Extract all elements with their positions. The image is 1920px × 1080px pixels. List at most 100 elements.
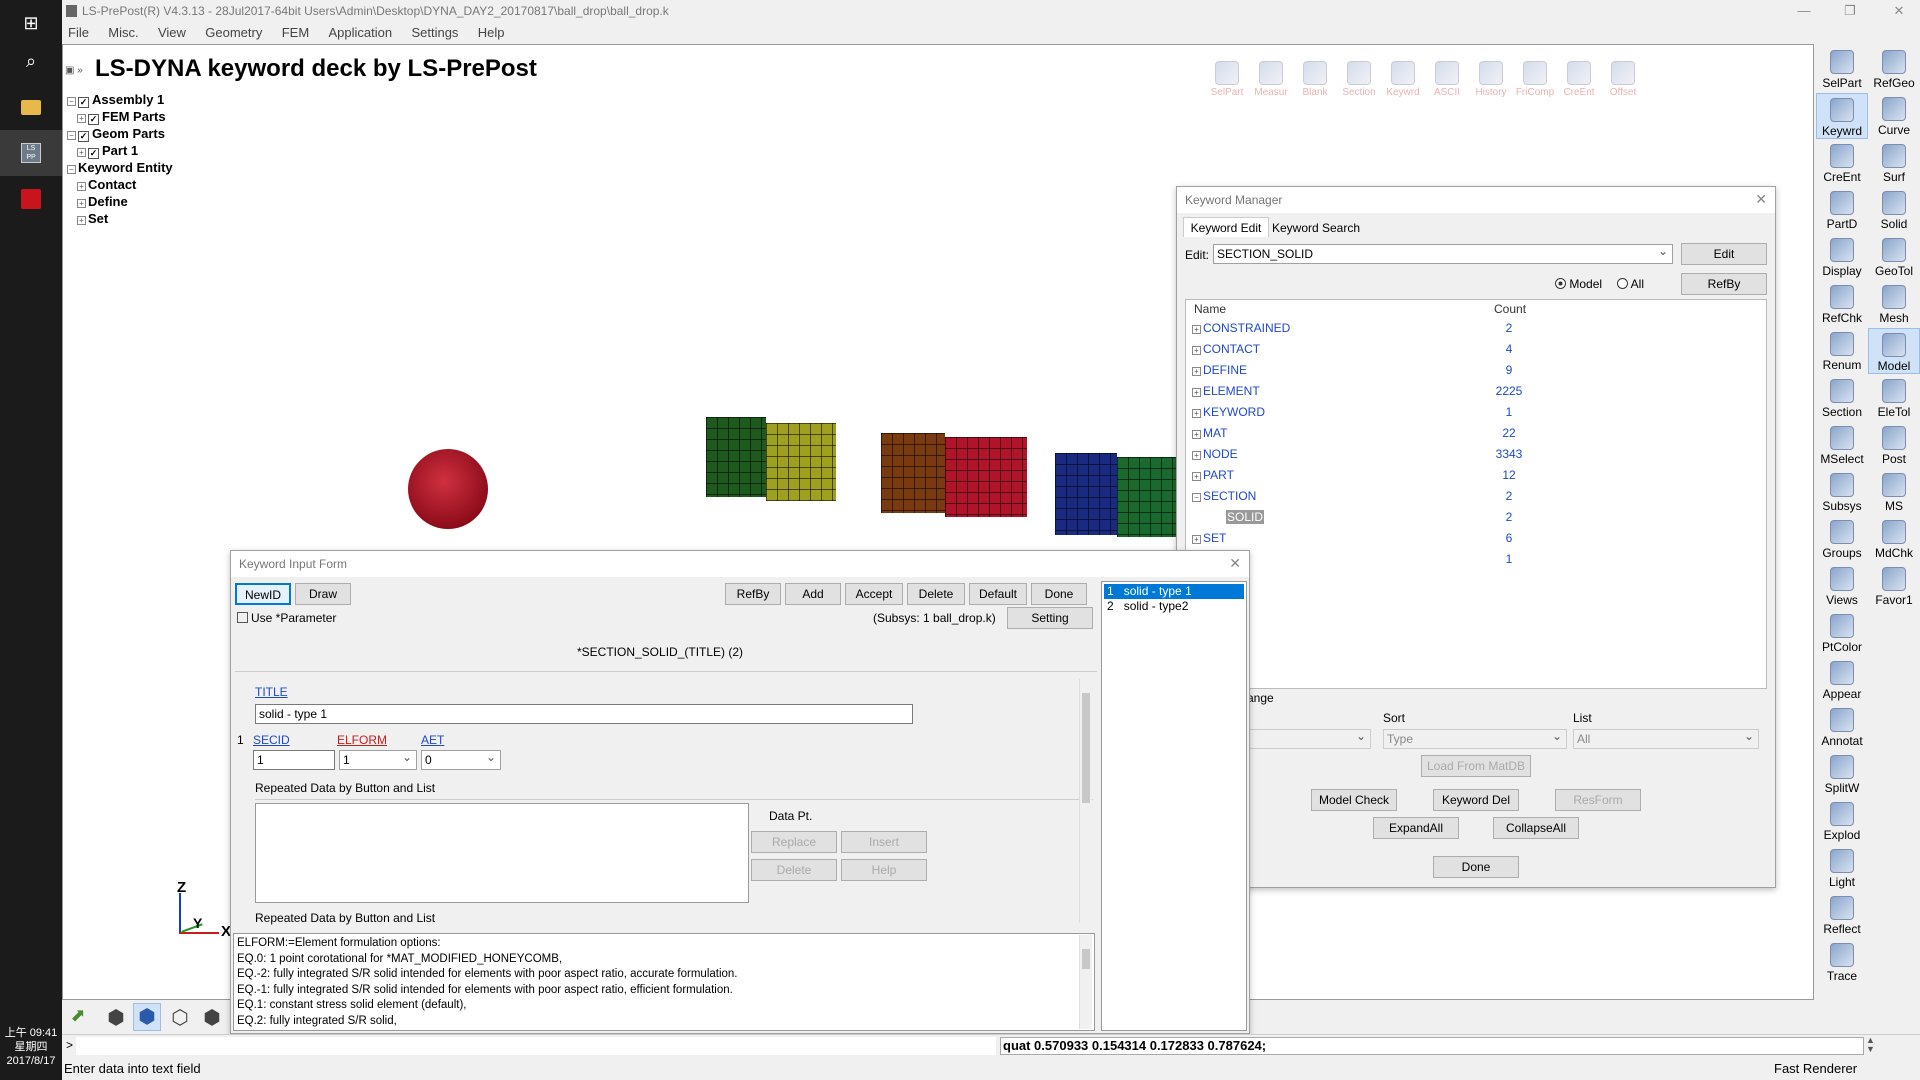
expand-icon[interactable]: +	[1192, 325, 1201, 334]
panel-post-button[interactable]: Post	[1868, 422, 1920, 468]
keyword-row[interactable]: + CONSTRAINED 2	[1192, 320, 1662, 337]
command-input[interactable]	[76, 1037, 996, 1055]
search-icon[interactable]: ⌕	[0, 38, 62, 84]
keyword-row[interactable]: SOLID 2	[1192, 509, 1662, 526]
maximize-button[interactable]: ❐	[1835, 0, 1865, 22]
panel-ms-button[interactable]: MS	[1868, 469, 1920, 515]
load-from-matdb-button[interactable]: Load From MatDB	[1421, 755, 1531, 777]
menu-application[interactable]: Application	[329, 25, 393, 40]
tree-item-set[interactable]: + Set	[67, 210, 173, 227]
panel-display-button[interactable]: Display	[1816, 234, 1868, 280]
elform-label[interactable]: ELFORM	[337, 733, 387, 747]
insert-button[interactable]: Insert	[841, 831, 927, 853]
tool-offset[interactable]: Offset	[1601, 61, 1645, 98]
keyword-row[interactable]: + KEYWORD 1	[1192, 404, 1662, 421]
keyword-del-button[interactable]: Keyword Del	[1433, 789, 1519, 811]
expand-icon[interactable]: +	[1192, 388, 1201, 397]
panel-ptcolor-button[interactable]: PtColor	[1816, 610, 1868, 656]
tool-measure[interactable]: Measur	[1249, 61, 1293, 98]
keyword-row[interactable]: + SET 6	[1192, 530, 1662, 547]
newid-button[interactable]: NewID	[235, 583, 291, 605]
sort-select[interactable]: Type	[1383, 727, 1567, 749]
lsprepost-taskbar-icon[interactable]: LS PP	[0, 130, 62, 176]
collapse-all-button[interactable]: CollapseAll	[1493, 817, 1579, 839]
tool-history[interactable]: History	[1469, 61, 1513, 98]
section-id-list[interactable]: 1 solid - type 1 2 solid - type2	[1101, 581, 1247, 1031]
expand-icon[interactable]: −	[1192, 493, 1201, 502]
expand-icon[interactable]: +	[1192, 535, 1201, 544]
tool-section[interactable]: Section	[1337, 61, 1381, 98]
keyword-row[interactable]: + MAT 22	[1192, 425, 1662, 442]
resform-button[interactable]: ResForm	[1555, 789, 1641, 811]
panel-splitw-button[interactable]: SplitW	[1816, 751, 1868, 797]
tree-item-fem-parts[interactable]: + ✓ FEM Parts	[67, 108, 173, 125]
kif-refby-button[interactable]: RefBy	[725, 583, 781, 605]
list-select[interactable]: All	[1573, 727, 1759, 749]
accept-button[interactable]: Accept	[845, 583, 903, 605]
panel-selpart-button[interactable]: SelPart	[1816, 46, 1868, 92]
file-explorer-icon[interactable]	[0, 84, 62, 130]
expand-icon[interactable]: +	[1192, 346, 1201, 355]
keyword-row[interactable]: 1	[1192, 551, 1662, 568]
view-wire-icon[interactable]: ⬡	[167, 1005, 193, 1031]
expand-icon[interactable]: +	[1192, 367, 1201, 376]
panel-subsys-button[interactable]: Subsys	[1816, 469, 1868, 515]
title-field-label[interactable]: TITLE	[255, 685, 288, 699]
acrobat-icon[interactable]	[0, 176, 62, 222]
model-check-button[interactable]: Model Check	[1311, 789, 1397, 811]
use-parameter-checkbox[interactable]: Use *Parameter	[237, 611, 336, 625]
range-select[interactable]	[1247, 727, 1371, 749]
tree-expand-icon[interactable]: ▣ »	[65, 65, 83, 76]
secid-input[interactable]: 1	[253, 750, 335, 770]
kif-delete-button[interactable]: Delete	[907, 583, 965, 605]
aet-label[interactable]: AET	[421, 733, 444, 747]
default-button[interactable]: Default	[969, 583, 1027, 605]
view-reset-icon[interactable]: ⬈	[65, 1005, 91, 1031]
panel-solid-button[interactable]: Solid	[1868, 187, 1920, 233]
expand-all-button[interactable]: ExpandAll	[1373, 817, 1459, 839]
tab-keyword-search[interactable]: Keyword Search	[1269, 219, 1363, 237]
panel-mselect-button[interactable]: MSelect	[1816, 422, 1868, 468]
keyword-row[interactable]: + DEFINE 9	[1192, 362, 1662, 379]
menu-help[interactable]: Help	[478, 25, 505, 40]
setting-button[interactable]: Setting	[1007, 607, 1093, 629]
keyword-row[interactable]: + PART 12	[1192, 467, 1662, 484]
panel-reflect-button[interactable]: Reflect	[1816, 892, 1868, 938]
panel-eletol-button[interactable]: EleTol	[1868, 375, 1920, 421]
panel-mdchk-button[interactable]: MdChk	[1868, 516, 1920, 562]
menu-file[interactable]: File	[68, 25, 89, 40]
refby-button[interactable]: RefBy	[1681, 273, 1767, 295]
tab-keyword-edit[interactable]: Keyword Edit	[1183, 217, 1269, 237]
draw-button[interactable]: Draw	[295, 583, 351, 605]
kif-close-icon[interactable]: ✕	[1229, 555, 1241, 572]
menu-fem[interactable]: FEM	[282, 25, 309, 40]
menu-misc[interactable]: Misc.	[108, 25, 138, 40]
help-button[interactable]: Help	[841, 859, 927, 881]
keyword-row[interactable]: − SECTION 2	[1192, 488, 1662, 505]
panel-trace-button[interactable]: Trace	[1816, 939, 1868, 985]
view-shaded-icon[interactable]: ⬢	[133, 1003, 161, 1031]
tree-item-keyword-entity[interactable]: − Keyword Entity	[67, 159, 173, 176]
keyword-row[interactable]: + NODE 3343	[1192, 446, 1662, 463]
panel-appear-button[interactable]: Appear	[1816, 657, 1868, 703]
panel-section-button[interactable]: Section	[1816, 375, 1868, 421]
panel-partd-button[interactable]: PartD	[1816, 187, 1868, 233]
panel-refgeo-button[interactable]: RefGeo	[1868, 46, 1920, 92]
tree-item-define[interactable]: + Define	[67, 193, 173, 210]
panel-curve-button[interactable]: Curve	[1868, 93, 1920, 139]
tree-item-contact[interactable]: + Contact	[67, 176, 173, 193]
replace-button[interactable]: Replace	[751, 831, 837, 853]
tree-item-part1[interactable]: + ✓ Part 1	[67, 142, 173, 159]
data-delete-button[interactable]: Delete	[751, 859, 837, 881]
expand-icon[interactable]: +	[1192, 409, 1201, 418]
expand-icon[interactable]: +	[1192, 430, 1201, 439]
close-button[interactable]: ✕	[1884, 0, 1914, 22]
keyword-row[interactable]: + CONTACT 4	[1192, 341, 1662, 358]
tool-selpart[interactable]: SelPart	[1205, 61, 1249, 98]
secid-label[interactable]: SECID	[253, 733, 290, 747]
panel-geotol-button[interactable]: GeoTol	[1868, 234, 1920, 280]
panel-views-button[interactable]: Views	[1816, 563, 1868, 609]
panel-explod-button[interactable]: Explod	[1816, 798, 1868, 844]
menu-view[interactable]: View	[158, 25, 186, 40]
tool-creent[interactable]: CreEnt	[1557, 61, 1601, 98]
